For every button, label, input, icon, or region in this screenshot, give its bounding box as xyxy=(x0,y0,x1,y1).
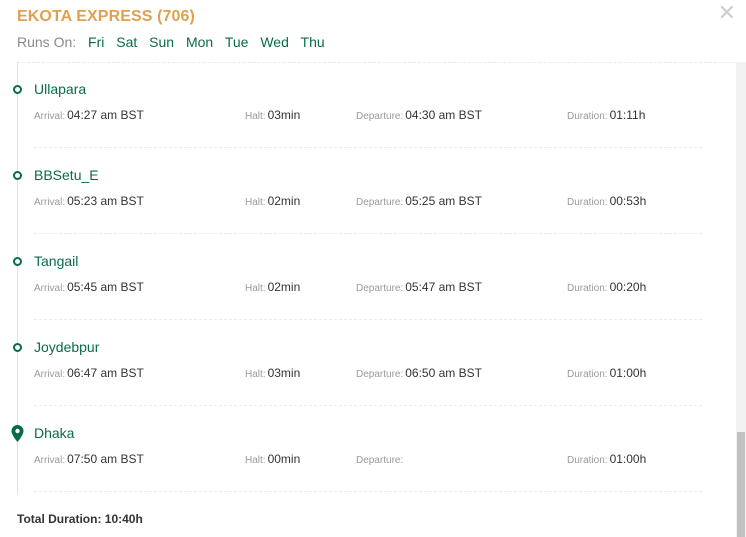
duration-value: 00:20h xyxy=(609,280,647,294)
duration-field: Duration: 00:20h xyxy=(567,280,646,294)
station-row: Dhaka Arrival: 07:50 am BST Halt: 00min De… xyxy=(0,406,736,492)
total-duration: Total Duration: 10:40h xyxy=(17,512,143,526)
departure-label: Departure: xyxy=(356,197,404,208)
arrival-label: Arrival: xyxy=(34,369,66,380)
arrival-value: 04:27 am BST xyxy=(67,108,144,122)
day-mon: Mon xyxy=(185,34,214,50)
halt-value: 00min xyxy=(267,452,301,466)
runs-on: Runs On: Fri Sat Sun Mon Tue Wed Thu xyxy=(17,34,333,50)
runs-on-label: Runs On: xyxy=(17,34,77,50)
arrival-label: Arrival: xyxy=(34,283,66,294)
map-pin-icon xyxy=(11,425,24,442)
halt-value: 02min xyxy=(267,280,301,294)
modal-header: EKOTA EXPRESS (706) ✕ Runs On: Fri Sat S… xyxy=(0,0,746,62)
station-name: Ullapara xyxy=(34,81,87,97)
departure-label: Departure: xyxy=(356,455,404,466)
halt-label: Halt: xyxy=(245,111,266,122)
departure-value: 06:50 am BST xyxy=(405,366,482,380)
day-fri: Fri xyxy=(88,34,105,50)
duration-field: Duration: 01:11h xyxy=(567,108,645,122)
station-row: BBSetu_E Arrival: 05:23 am BST Halt: 02min… xyxy=(0,148,736,234)
station-name: Dhaka xyxy=(34,425,75,441)
duration-label: Duration: xyxy=(567,197,608,208)
station-row: Tangail Arrival: 05:45 am BST Halt: 02min … xyxy=(0,234,736,320)
halt-value: 02min xyxy=(267,194,301,208)
departure-field: Departure: xyxy=(356,452,405,466)
duration-value: 01:11h xyxy=(609,108,646,122)
halt-label: Halt: xyxy=(245,369,266,380)
arrival-value: 05:23 am BST xyxy=(67,194,144,208)
station-dot-icon xyxy=(13,171,22,180)
station-row: Ullapara Arrival: 04:27 am BST Halt: 03min… xyxy=(0,62,736,148)
duration-label: Duration: xyxy=(567,283,608,294)
row-divider xyxy=(34,491,702,492)
day-thu: Thu xyxy=(300,34,325,50)
departure-field: Departure: 04:30 am BST xyxy=(356,108,482,122)
halt-value: 03min xyxy=(267,108,301,122)
duration-value: 01:00h xyxy=(609,366,647,380)
halt-label: Halt: xyxy=(245,283,266,294)
station-name: BBSetu_E xyxy=(34,167,99,183)
arrival-field: Arrival: 07:50 am BST xyxy=(34,452,144,466)
duration-value: 01:00h xyxy=(609,452,647,466)
duration-field: Duration: 01:00h xyxy=(567,366,646,380)
halt-field: Halt: 00min xyxy=(245,452,300,466)
station-dot-icon xyxy=(13,343,22,352)
day-sun: Sun xyxy=(149,34,175,50)
halt-field: Halt: 02min xyxy=(245,194,300,208)
station-dot-icon xyxy=(13,257,22,266)
arrival-label: Arrival: xyxy=(34,111,66,122)
arrival-value: 06:47 am BST xyxy=(67,366,144,380)
close-icon[interactable]: ✕ xyxy=(718,2,736,24)
departure-value: 05:47 am BST xyxy=(405,280,482,294)
arrival-field: Arrival: 04:27 am BST xyxy=(34,108,144,122)
arrival-field: Arrival: 05:45 am BST xyxy=(34,280,144,294)
departure-value: 05:25 am BST xyxy=(405,194,482,208)
station-list: Ullapara Arrival: 04:27 am BST Halt: 03min… xyxy=(0,62,736,492)
duration-field: Duration: 00:53h xyxy=(567,194,646,208)
departure-value: 04:30 am BST xyxy=(405,108,482,122)
duration-label: Duration: xyxy=(567,369,608,380)
departure-label: Departure: xyxy=(356,369,404,380)
arrival-value: 05:45 am BST xyxy=(67,280,144,294)
arrival-label: Arrival: xyxy=(34,197,66,208)
departure-field: Departure: 06:50 am BST xyxy=(356,366,482,380)
station-name: Tangail xyxy=(34,253,79,269)
day-sat: Sat xyxy=(116,34,138,50)
duration-label: Duration: xyxy=(567,455,608,466)
departure-field: Departure: 05:47 am BST xyxy=(356,280,482,294)
duration-label: Duration: xyxy=(567,111,608,122)
halt-field: Halt: 02min xyxy=(245,280,300,294)
station-name: Joydebpur xyxy=(34,339,100,355)
halt-field: Halt: 03min xyxy=(245,366,300,380)
halt-label: Halt: xyxy=(245,455,266,466)
station-row: Joydebpur Arrival: 06:47 am BST Halt: 03mi… xyxy=(0,320,736,406)
arrival-field: Arrival: 06:47 am BST xyxy=(34,366,144,380)
day-wed: Wed xyxy=(260,34,289,50)
arrival-label: Arrival: xyxy=(34,455,66,466)
departure-label: Departure: xyxy=(356,111,404,122)
duration-field: Duration: 01:00h xyxy=(567,452,646,466)
duration-value: 00:53h xyxy=(609,194,647,208)
halt-label: Halt: xyxy=(245,197,266,208)
arrival-value: 07:50 am BST xyxy=(67,452,144,466)
halt-value: 03min xyxy=(267,366,301,380)
scrollbar-thumb[interactable] xyxy=(737,432,745,537)
halt-field: Halt: 03min xyxy=(245,108,300,122)
arrival-field: Arrival: 05:23 am BST xyxy=(34,194,144,208)
day-tue: Tue xyxy=(224,34,249,50)
departure-field: Departure: 05:25 am BST xyxy=(356,194,482,208)
departure-label: Departure: xyxy=(356,283,404,294)
train-title: EKOTA EXPRESS (706) xyxy=(17,8,195,25)
station-dot-icon xyxy=(13,85,22,94)
